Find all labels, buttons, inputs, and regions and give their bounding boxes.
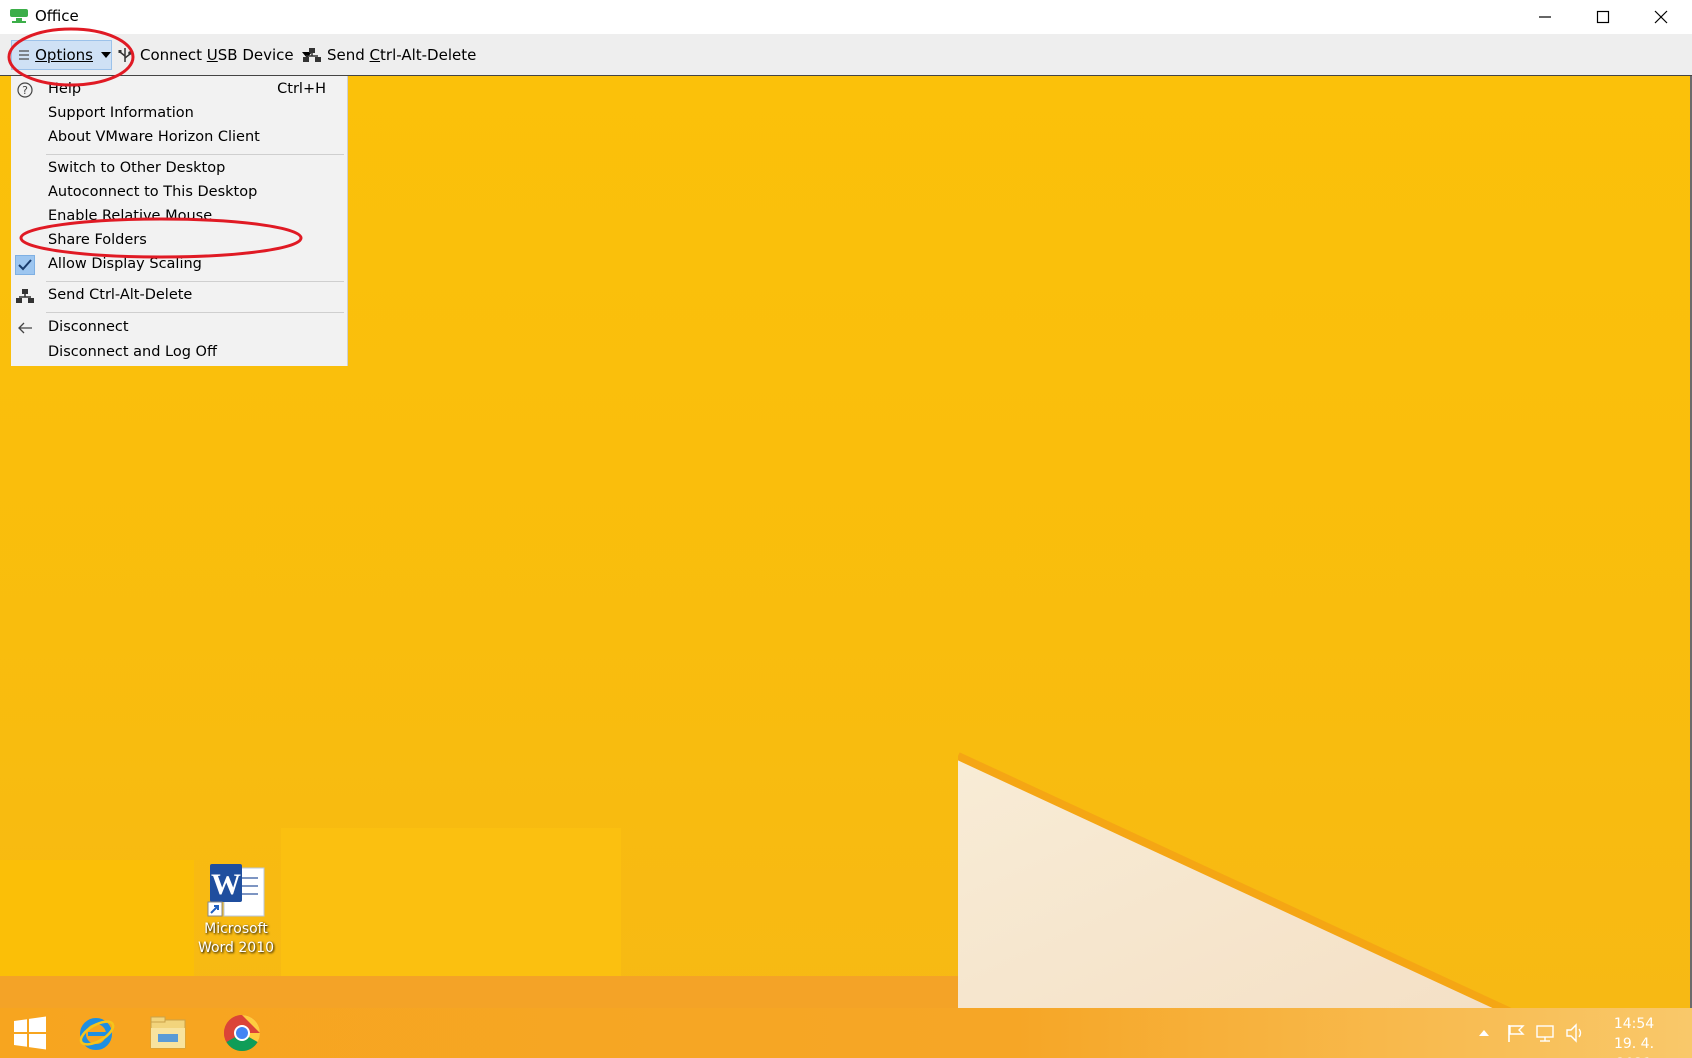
- menu-item-send-cad[interactable]: Send Ctrl-Alt-Delete: [11, 284, 348, 308]
- options-label: Options: [35, 46, 93, 64]
- network-tray-button[interactable]: [1532, 1008, 1560, 1058]
- menu-item-autoconnect[interactable]: Autoconnect to This Desktop: [11, 181, 348, 205]
- window-title: Office: [35, 7, 79, 25]
- chrome-icon: [223, 1015, 260, 1052]
- minimize-button[interactable]: [1516, 0, 1574, 34]
- menu-item-label: Help: [48, 81, 82, 97]
- windows-taskbar: 14:54 19. 4. 2021: [0, 1008, 1692, 1058]
- action-center-button[interactable]: [1502, 1008, 1530, 1058]
- word-shortcut-icon: W: [207, 864, 265, 917]
- minimize-icon: [1539, 16, 1551, 18]
- menu-item-label: Disconnect: [48, 319, 129, 335]
- menu-item-label: Enable Relative Mouse: [48, 208, 213, 224]
- usb-label-underline: U: [206, 46, 218, 64]
- maximize-icon: [1596, 10, 1610, 24]
- action-center-flag-icon: [1508, 1025, 1525, 1042]
- menu-separator: [46, 154, 344, 155]
- wallpaper-patch: [0, 860, 194, 976]
- volume-tray-button[interactable]: [1562, 1008, 1590, 1058]
- menu-item-label: Switch to Other Desktop: [48, 160, 226, 176]
- taskbar-chrome[interactable]: [216, 1008, 268, 1058]
- menu-item-disconnect-logoff[interactable]: Disconnect and Log Off: [11, 341, 348, 365]
- menu-item-support-information[interactable]: Support Information: [11, 102, 348, 126]
- menu-item-help[interactable]: ? Help Ctrl+H: [11, 78, 348, 102]
- options-menu-button[interactable]: Options: [11, 40, 112, 70]
- close-button[interactable]: [1632, 0, 1690, 34]
- usb-label-pre: Connect: [140, 46, 207, 64]
- start-button[interactable]: [0, 1008, 60, 1058]
- cad-label-post: trl-Alt-Delete: [380, 46, 477, 64]
- taskbar-internet-explorer[interactable]: [70, 1008, 122, 1058]
- wallpaper-shadow: [0, 976, 958, 1008]
- menu-item-share-folders[interactable]: Share Folders: [11, 229, 348, 253]
- taskbar-file-explorer[interactable]: [142, 1008, 194, 1058]
- file-explorer-icon: [150, 1016, 186, 1049]
- svg-text:W: W: [211, 868, 241, 901]
- help-circle-icon: ?: [15, 80, 35, 100]
- hamburger-icon: [19, 50, 30, 60]
- clock-date: 19. 4. 2021: [1613, 1036, 1655, 1058]
- menu-item-relative-mouse[interactable]: Enable Relative Mouse: [11, 205, 348, 229]
- chevron-down-icon: [101, 52, 111, 58]
- taskbar-clock[interactable]: 14:54 19. 4. 2021: [1594, 1014, 1674, 1058]
- horizon-toolbar: Options Connect U SB Device Send Ctrl-Al…: [0, 34, 1692, 76]
- title-bar: Office: [0, 0, 1692, 34]
- wallpaper-wedge: [958, 752, 1512, 1008]
- clock-time: 14:54: [1613, 1016, 1655, 1032]
- menu-separator: [46, 312, 344, 313]
- menu-item-label: Allow Display Scaling: [48, 256, 202, 272]
- windows-start-icon: [14, 1016, 46, 1050]
- options-dropdown-menu: ? Help Ctrl+H Support Information About …: [11, 76, 348, 366]
- cad-label-pre: Send: [327, 46, 370, 64]
- menu-item-label: Disconnect and Log Off: [48, 344, 217, 360]
- menu-item-about[interactable]: About VMware Horizon Client: [11, 126, 348, 150]
- connect-usb-device-button[interactable]: Connect U SB Device: [118, 40, 312, 70]
- menu-separator: [46, 281, 344, 282]
- desktop-icon-word[interactable]: W Microsoft Word 2010: [194, 860, 278, 964]
- menu-item-label: About VMware Horizon Client: [48, 129, 260, 145]
- cad-label-underline: C: [369, 46, 381, 64]
- internet-explorer-icon: [79, 1018, 115, 1050]
- usb-icon: [118, 48, 132, 62]
- volume-icon: [1566, 1023, 1582, 1043]
- horizon-client-window: Office Options Connect U SB Device Send …: [0, 0, 1692, 1058]
- network-icon: [1536, 1025, 1554, 1042]
- menu-item-display-scaling[interactable]: Allow Display Scaling: [11, 253, 348, 277]
- send-ctrl-alt-delete-button[interactable]: Send Ctrl-Alt-Delete: [303, 40, 476, 70]
- svg-text:?: ?: [22, 84, 28, 97]
- close-icon: [1654, 10, 1668, 24]
- menu-item-label: Support Information: [48, 105, 194, 121]
- show-hidden-icons-button[interactable]: [1472, 1008, 1496, 1058]
- menu-item-shortcut: Ctrl+H: [277, 81, 326, 97]
- back-arrow-icon: [15, 318, 35, 338]
- chevron-up-icon: [1479, 1030, 1489, 1036]
- network-icon: [15, 286, 35, 306]
- vmware-horizon-app-icon: [10, 9, 28, 23]
- desktop-icon-label: Microsoft Word 2010: [197, 921, 275, 956]
- menu-item-label: Autoconnect to This Desktop: [48, 184, 258, 200]
- menu-item-label: Send Ctrl-Alt-Delete: [48, 287, 193, 303]
- network-icon: [303, 48, 321, 62]
- checkmark-icon: [15, 255, 35, 275]
- menu-item-label: Share Folders: [48, 232, 147, 248]
- menu-item-disconnect[interactable]: Disconnect: [11, 316, 348, 340]
- usb-label-post: SB Device: [217, 46, 294, 64]
- maximize-button[interactable]: [1574, 0, 1632, 34]
- menu-item-switch-desktop[interactable]: Switch to Other Desktop: [11, 157, 348, 181]
